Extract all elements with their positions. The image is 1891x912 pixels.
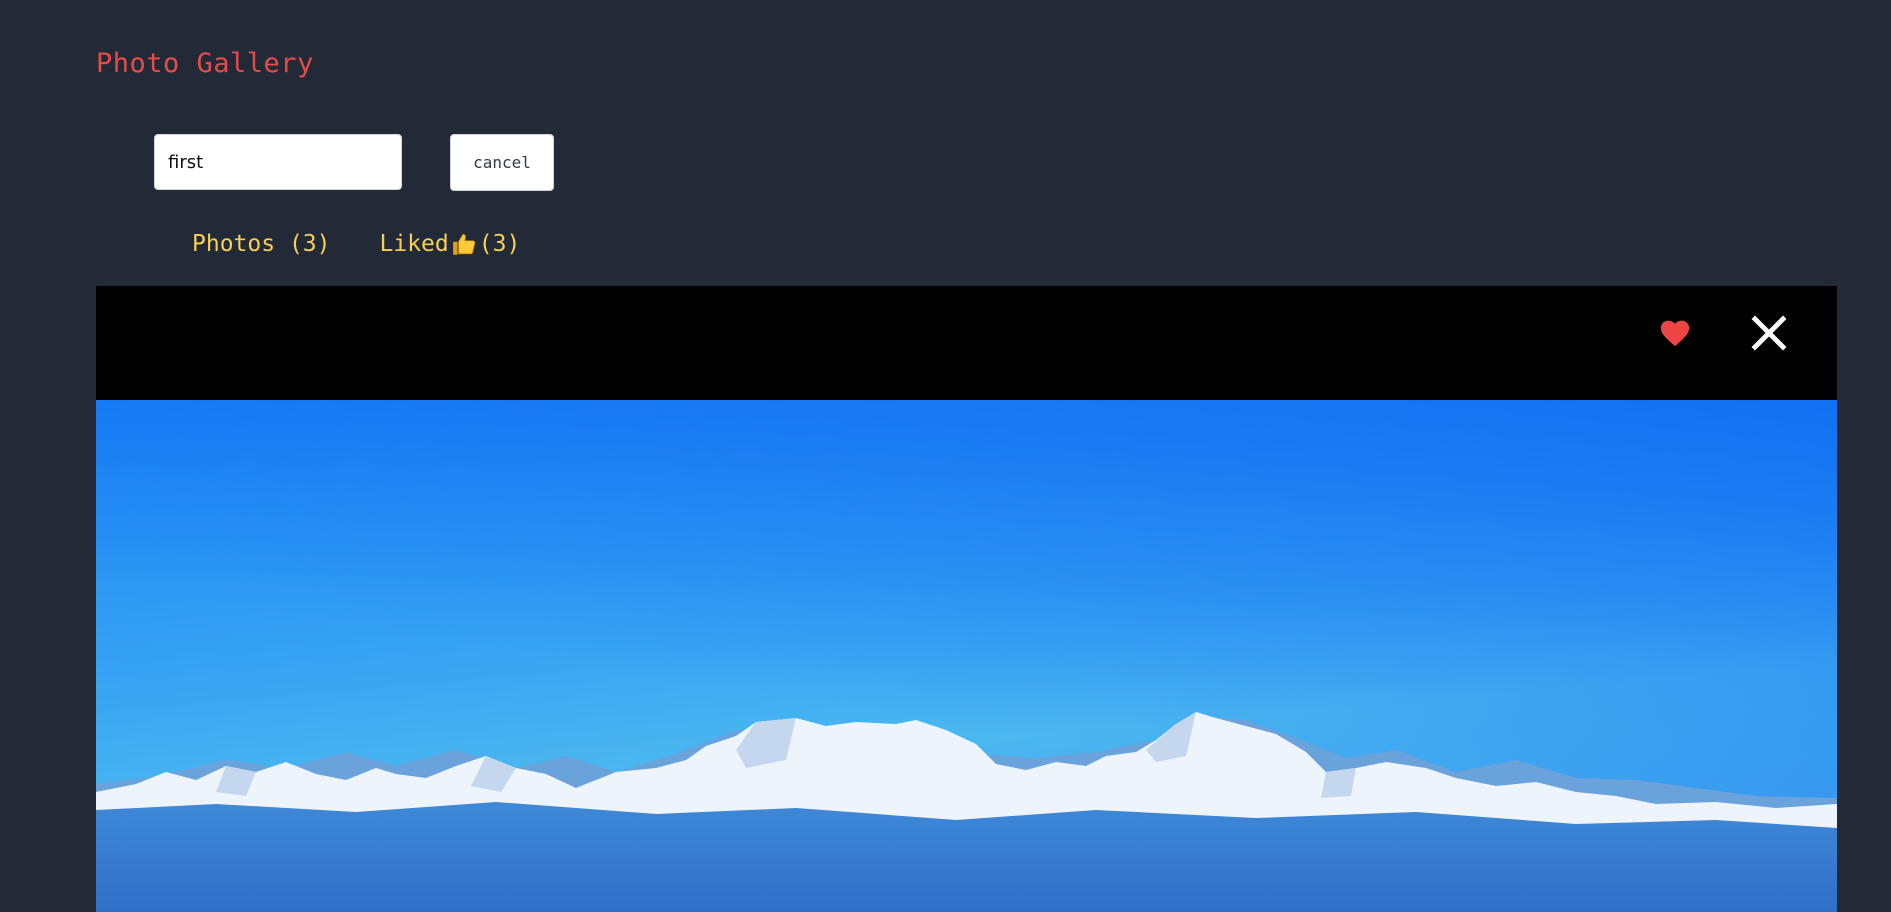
mountain-photo [96, 400, 1837, 912]
close-icon[interactable] [1748, 312, 1790, 354]
tab-photos[interactable]: Photos (3) [192, 231, 331, 257]
thumbs-up-icon [452, 233, 475, 255]
cancel-button[interactable]: cancel [450, 134, 554, 191]
photo-viewer [96, 286, 1837, 912]
heart-icon[interactable] [1658, 316, 1692, 350]
page: Photo Gallery cancel Photos (3) Liked (3… [0, 0, 1891, 912]
tab-liked-label: Liked [379, 231, 449, 257]
tab-liked-count: (3) [478, 231, 521, 257]
tab-photos-label: Photos [192, 231, 276, 257]
page-title: Photo Gallery [96, 48, 314, 79]
viewer-toolbar [96, 286, 1837, 400]
tab-bar: Photos (3) Liked (3) [192, 231, 520, 257]
tab-liked[interactable]: Liked (3) [380, 231, 521, 257]
tab-photos-count: (3) [288, 231, 331, 257]
search-input[interactable] [154, 134, 402, 190]
